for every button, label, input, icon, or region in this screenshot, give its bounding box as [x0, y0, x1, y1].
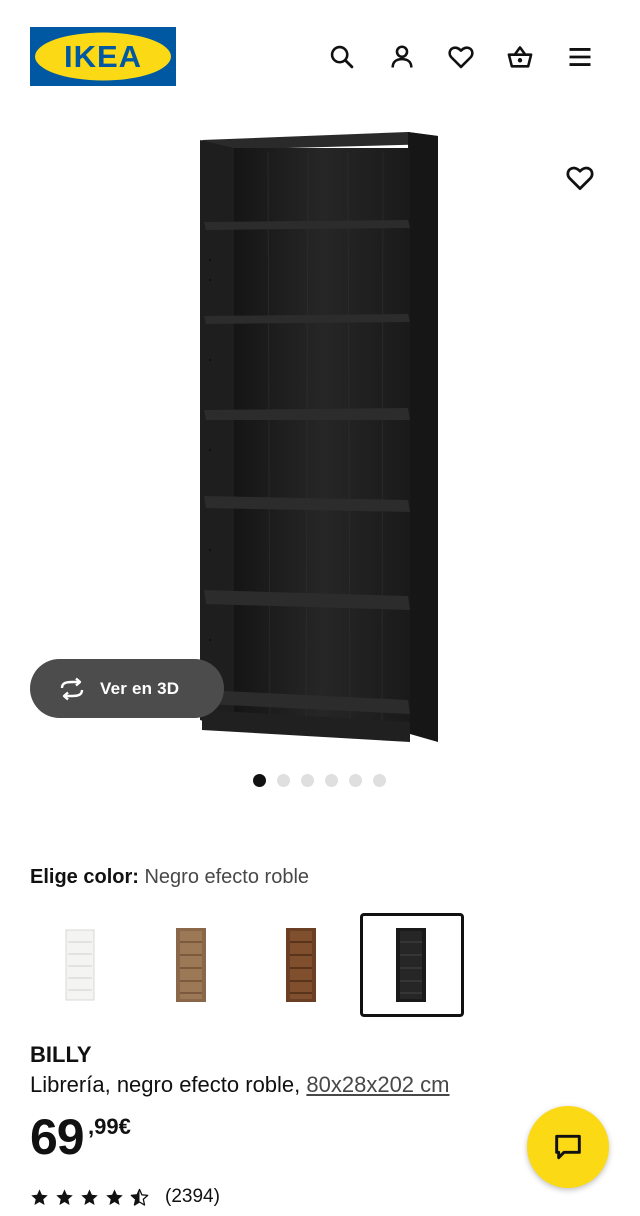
rating-stars: [30, 1188, 149, 1207]
pagination-dot[interactable]: [373, 774, 386, 787]
heart-icon: [566, 166, 594, 190]
rotate-3d-icon: [56, 673, 88, 705]
product-description-text: Librería, negro efecto roble,: [30, 1072, 307, 1097]
pagination-dot[interactable]: [301, 774, 314, 787]
pagination-dot[interactable]: [325, 774, 338, 787]
product-description: Librería, negro efecto roble, 80x28x202 …: [30, 1072, 449, 1098]
star-icon: [106, 1188, 123, 1205]
product-rating[interactable]: (2394): [30, 1186, 220, 1208]
star-icon: [56, 1188, 73, 1205]
color-selection-label: Elige color: Negro efecto roble: [30, 866, 309, 889]
star-icon: [31, 1188, 48, 1205]
color-swatch-oak-brown[interactable]: [140, 913, 244, 1017]
chat-button[interactable]: [527, 1106, 609, 1188]
price-decimal: ,99€: [88, 1114, 131, 1139]
product-price: 69 ,99€: [30, 1108, 131, 1166]
pagination-dot[interactable]: [277, 774, 290, 787]
image-pagination: [253, 774, 386, 788]
view-3d-label: Ver en 3D: [100, 678, 180, 698]
pagination-dot[interactable]: [349, 774, 362, 787]
review-count: (2394): [165, 1186, 220, 1207]
product-image-gallery[interactable]: Ver en 3D: [0, 112, 640, 812]
header: IKEA: [0, 0, 640, 112]
product-image-bookcase: [200, 132, 438, 742]
cart-icon[interactable]: [499, 36, 541, 78]
favourite-button[interactable]: [558, 156, 602, 200]
color-swatch-black-oak[interactable]: [360, 913, 464, 1017]
color-swatch-walnut[interactable]: [250, 913, 354, 1017]
color-swatch-white[interactable]: [30, 913, 134, 1017]
chat-icon: [555, 1134, 581, 1160]
star-half-icon: [130, 1188, 149, 1206]
color-label: Elige color:: [30, 866, 139, 888]
profile-icon[interactable]: [381, 36, 423, 78]
price-integer: 69: [30, 1109, 85, 1165]
search-icon[interactable]: [321, 36, 363, 78]
product-name: BILLY: [30, 1042, 92, 1067]
ikea-logo[interactable]: IKEA: [30, 27, 176, 86]
star-icon: [81, 1188, 98, 1205]
pagination-dot[interactable]: [253, 774, 266, 787]
selected-color: Negro efecto roble: [144, 866, 310, 888]
product-dimensions-link[interactable]: 80x28x202 cm: [306, 1072, 449, 1097]
svg-text:IKEA: IKEA: [64, 39, 142, 74]
menu-icon[interactable]: [559, 36, 601, 78]
view-3d-button[interactable]: Ver en 3D: [30, 659, 224, 718]
favourites-icon[interactable]: [440, 36, 482, 78]
